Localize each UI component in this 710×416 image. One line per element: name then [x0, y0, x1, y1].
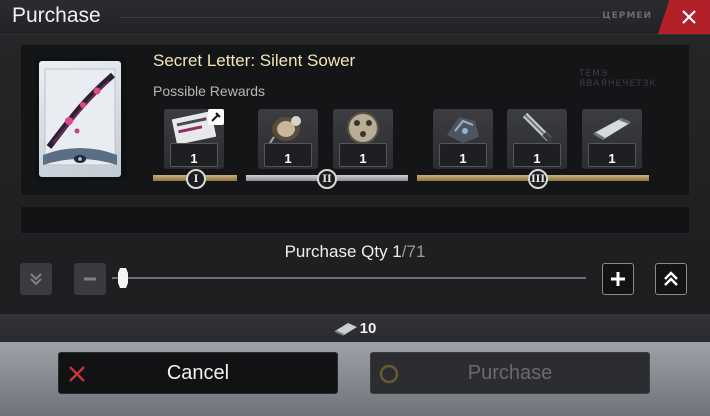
title-mark: ЦЕРМЕИ: [602, 11, 652, 21]
decrease-qty-button[interactable]: [74, 263, 106, 295]
title-bar: Purchase ЦЕРМЕИ: [0, 0, 710, 35]
qty-label-text: Purchase Qty: [284, 242, 393, 261]
panel-watermark: ТЕМЭ ЯВАЯНЕЧЕТЗК: [579, 69, 657, 89]
mask-icon: [269, 116, 301, 144]
scroll-icon: [593, 117, 631, 141]
purchase-label: Purchase: [467, 361, 553, 384]
title-divider: [120, 17, 600, 18]
reward-gauntlet[interactable]: 1: [433, 109, 493, 169]
qty-slider-handle[interactable]: [118, 268, 128, 288]
close-button[interactable]: [658, 0, 710, 34]
cost-value: 10: [359, 319, 377, 337]
increase-qty-button[interactable]: [602, 263, 634, 295]
cost-strip: 10: [0, 314, 710, 342]
owned-tag-icon: [208, 109, 224, 125]
cancel-label: Cancel: [166, 361, 230, 384]
item-thumbnail: [35, 57, 127, 181]
qty-current: 1: [392, 242, 402, 261]
qty-max: 71: [406, 242, 426, 261]
item-panel: ТЕМЭ ЯВАЯНЕЧЕТЗК Secret Letter: Silent S…: [20, 44, 690, 196]
reward-count: 1: [284, 151, 292, 166]
purchase-button[interactable]: Purchase: [370, 352, 650, 394]
blade-icon: [522, 112, 553, 143]
min-qty-button[interactable]: [20, 263, 52, 295]
secret-letter-art: [39, 61, 121, 177]
reward-count: 1: [533, 151, 541, 166]
gauntlet-icon: [447, 117, 479, 143]
reward-scroll[interactable]: 1: [582, 109, 642, 169]
message-bar: [20, 206, 690, 234]
reward-blade[interactable]: 1: [507, 109, 567, 169]
item-name: Secret Letter: Silent Sower: [153, 51, 356, 70]
tier-badge-3: III: [528, 169, 548, 189]
double-chevron-down-icon: [30, 273, 42, 286]
reward-letter[interactable]: 1: [164, 109, 224, 169]
reward-count: 1: [608, 151, 616, 166]
double-chevron-up-icon: [664, 271, 678, 286]
purchase-qty-label: Purchase Qty 1/71: [0, 242, 710, 262]
reward-ball[interactable]: 1: [333, 109, 393, 169]
reward-count: 1: [359, 151, 367, 166]
currency-icon: [334, 323, 357, 336]
reward-count: 1: [190, 151, 198, 166]
reward-count: 1: [459, 151, 467, 166]
close-icon: [682, 10, 696, 24]
reward-mask[interactable]: 1: [258, 109, 318, 169]
dialog-title: Purchase: [12, 4, 101, 27]
purchase-dialog: Purchase ЦЕРМЕИ ТЕМЭ ЯВАЯНЕЧЕТЗК Secret …: [0, 0, 710, 416]
tier-badge-2: II: [317, 169, 337, 189]
possible-rewards-label: Possible Rewards: [153, 83, 266, 99]
cancel-button[interactable]: Cancel: [58, 352, 338, 394]
max-qty-button[interactable]: [655, 263, 687, 295]
plus-icon: [611, 272, 625, 286]
ball-icon: [347, 112, 379, 144]
qty-slider-track[interactable]: [112, 277, 586, 279]
tier-badge-1: I: [186, 169, 206, 189]
minus-icon: [84, 277, 96, 281]
